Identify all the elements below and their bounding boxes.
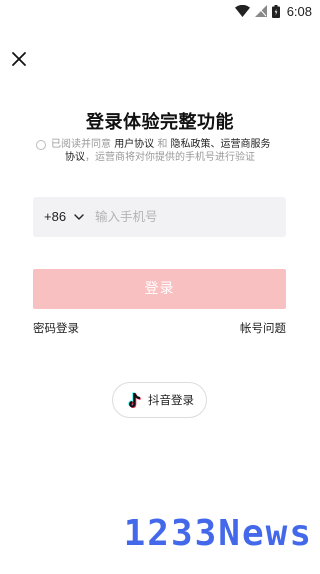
login-button[interactable]: 登录 — [33, 269, 286, 309]
status-icons: 6:08 — [234, 3, 312, 19]
status-time: 6:08 — [286, 3, 312, 19]
wifi-icon — [234, 5, 250, 17]
douyin-logo-icon — [128, 392, 141, 408]
chevron-down-icon[interactable] — [73, 211, 85, 223]
agreement-and: 和 — [154, 139, 171, 150]
douyin-login-button[interactable]: 抖音登录 — [112, 382, 207, 418]
privacy-policy-link[interactable]: 隐私政策、运营商服务 — [171, 139, 271, 150]
douyin-login-label: 抖音登录 — [148, 393, 194, 407]
agreement-line-1: 已阅读并同意 用户协议 和 隐私政策、运营商服务 — [51, 138, 271, 152]
carrier-agreement-link[interactable]: 协议 — [65, 152, 85, 163]
signal-icon — [254, 5, 267, 17]
watermark: 1233News — [123, 513, 313, 554]
user-agreement-link[interactable]: 用户协议 — [114, 139, 154, 150]
agreement-line-2: 协议，运营商将对你提供的手机号进行验证 — [65, 151, 255, 165]
battery-icon — [271, 4, 280, 18]
close-icon[interactable] — [10, 50, 28, 68]
account-problem-link[interactable]: 帐号问题 — [240, 320, 286, 336]
phone-input-row: +86 输入手机号 — [33, 197, 286, 237]
country-code-selector[interactable]: +86 — [44, 197, 66, 237]
phone-number-input[interactable]: 输入手机号 — [95, 197, 158, 237]
agreement-rest: ，运营商将对你提供的手机号进行验证 — [85, 152, 255, 163]
page-title: 登录体验完整功能 — [86, 112, 234, 133]
status-bar: 6:08 — [0, 0, 320, 22]
agreement-prefix: 已阅读并同意 — [51, 139, 115, 150]
agreement-radio[interactable] — [36, 140, 46, 150]
password-login-link[interactable]: 密码登录 — [33, 320, 79, 336]
